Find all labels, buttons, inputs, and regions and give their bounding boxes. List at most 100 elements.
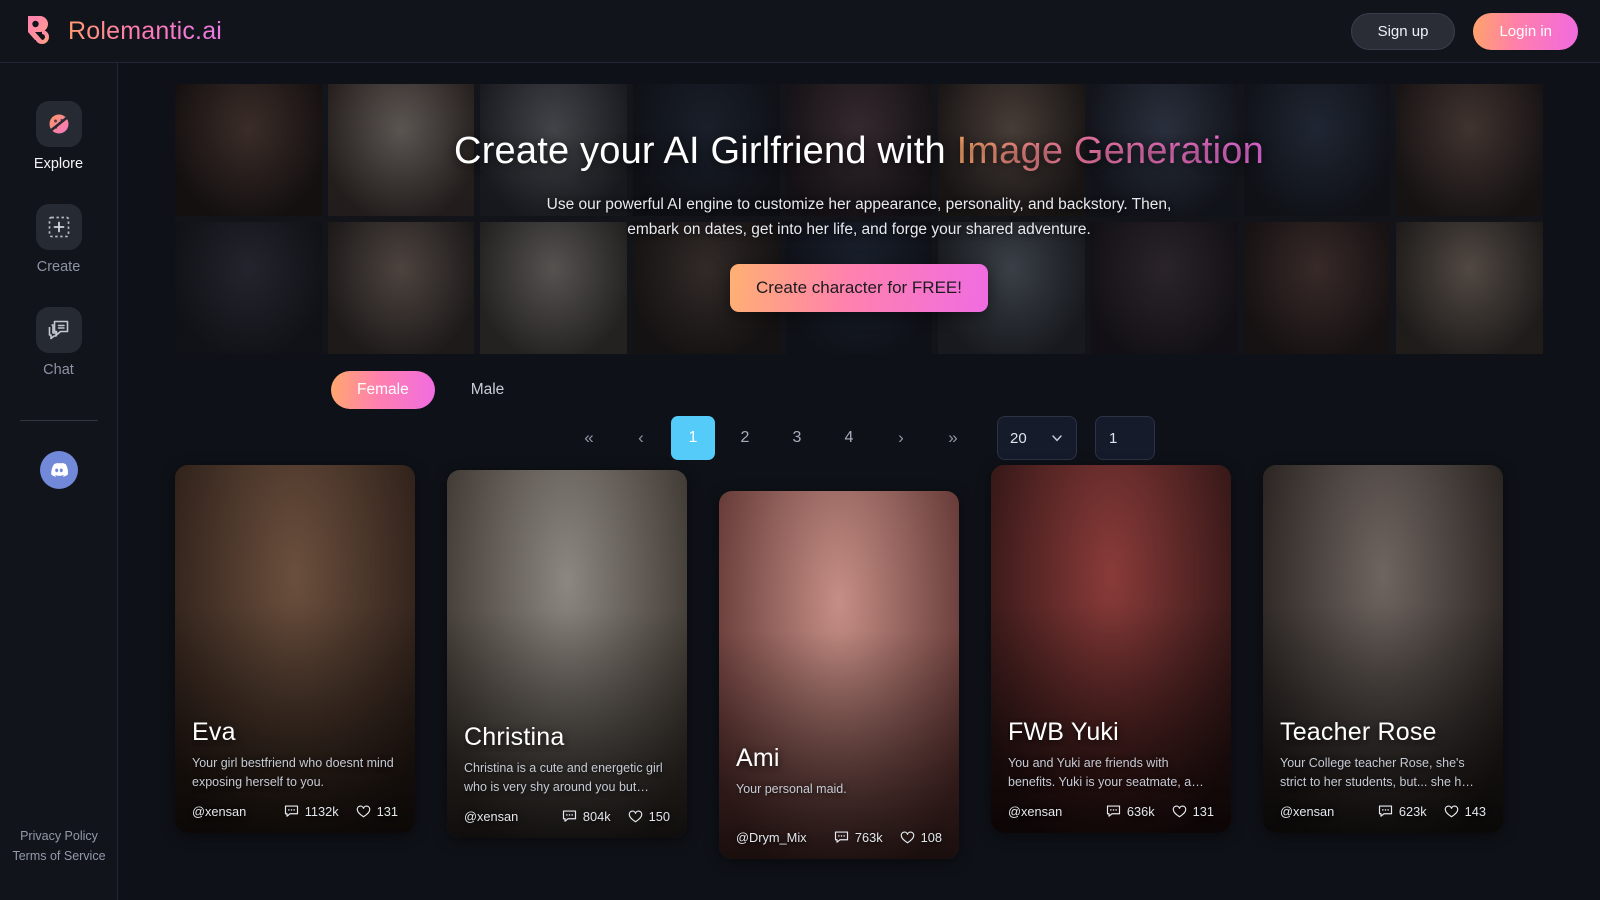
terms-of-service-link[interactable]: Terms of Service xyxy=(0,847,118,866)
chat-bubbles-icon xyxy=(48,320,68,340)
character-name: FWB Yuki xyxy=(1008,718,1119,746)
pagination-first-button[interactable]: « xyxy=(567,416,611,460)
character-card-body: Teacher Rose Your College teacher Rose, s… xyxy=(1263,465,1503,833)
sidebar-item-create[interactable]: Create xyxy=(0,204,117,275)
like-count-value: 108 xyxy=(920,830,942,845)
character-card-body: Eva Your girl bestfriend who doesnt mind … xyxy=(175,465,415,833)
character-stats: 1132k 131 xyxy=(284,804,398,819)
sidebar-item-chat[interactable]: Chat xyxy=(0,307,117,378)
character-card-meta: @xensan 1132k 131 xyxy=(192,804,398,819)
create-character-button[interactable]: Create character for FREE! xyxy=(730,264,988,313)
chat-count-value: 763k xyxy=(854,830,883,845)
character-author[interactable]: @xensan xyxy=(1008,804,1062,819)
tab-male[interactable]: Male xyxy=(445,371,531,409)
heart-icon xyxy=(1444,805,1458,818)
hero-title: Create your AI Girlfriend with Image Gen… xyxy=(454,130,1264,173)
explore-tile xyxy=(35,101,82,147)
character-name: Christina xyxy=(464,723,565,751)
hero-subtitle-line-1: Use our powerful AI engine to customize … xyxy=(546,195,1172,213)
character-author[interactable]: @xensan xyxy=(192,804,246,819)
character-author[interactable]: @Drym_Mix xyxy=(736,830,807,845)
character-name: Eva xyxy=(192,718,236,746)
pagination-last-button[interactable]: » xyxy=(931,416,975,460)
chat-count-value: 804k xyxy=(582,809,611,824)
brand-logo[interactable]: Rolemantic.ai xyxy=(22,14,222,48)
pagination-page-2[interactable]: 2 xyxy=(723,416,767,460)
character-card-body: Christina Christina is a cute and energet… xyxy=(447,470,687,838)
heart-icon xyxy=(1172,805,1186,818)
character-card[interactable]: FWB Yuki You and Yuki are friends with be… xyxy=(991,465,1231,833)
page-size-select[interactable]: 20 xyxy=(997,416,1077,460)
rolemantic-logo-icon xyxy=(28,16,49,44)
heart-icon xyxy=(900,831,914,844)
pagination-prev-button[interactable]: ‹ xyxy=(619,416,663,460)
left-sidebar: Explore Create Chat Privacy Policy Terms… xyxy=(0,63,118,900)
character-stats: 636k 131 xyxy=(1106,804,1214,819)
character-author[interactable]: @xensan xyxy=(1280,804,1334,819)
pagination-page-1[interactable]: 1 xyxy=(671,416,715,460)
privacy-policy-link[interactable]: Privacy Policy xyxy=(0,827,118,846)
pagination-next-button[interactable]: › xyxy=(879,416,923,460)
character-card[interactable]: Teacher Rose Your College teacher Rose, s… xyxy=(1263,465,1503,833)
character-card[interactable]: Eva Your girl bestfriend who doesnt mind … xyxy=(175,465,415,833)
brand-name: Rolemantic.ai xyxy=(68,16,223,45)
header-actions: Sign up Login in xyxy=(1350,12,1578,50)
like-count-stat: 131 xyxy=(1172,804,1214,819)
pagination-page-3[interactable]: 3 xyxy=(775,416,819,460)
character-description: Your girl bestfriend who doesnt mind exp… xyxy=(192,756,394,790)
tab-female[interactable]: Female xyxy=(331,371,435,409)
like-count-stat: 131 xyxy=(356,804,398,819)
chevron-down-icon xyxy=(1052,435,1062,442)
gender-filter-tabs: Female Male xyxy=(331,371,530,409)
character-name: Teacher Rose xyxy=(1280,718,1437,746)
chat-bubble-icon xyxy=(562,810,576,822)
create-tile xyxy=(35,204,82,250)
main-content: Create your AI Girlfriend with Image Gen… xyxy=(118,63,1600,900)
page-jump-input[interactable]: 1 xyxy=(1095,416,1155,460)
character-card-meta: @xensan 804k 150 xyxy=(464,809,670,824)
hero-title-accent: Image Generation xyxy=(956,129,1264,172)
character-name: Ami xyxy=(736,744,780,772)
character-description: Your College teacher Rose, she's strict … xyxy=(1280,756,1474,790)
character-card[interactable]: Christina Christina is a cute and energet… xyxy=(447,470,687,838)
chat-tile xyxy=(35,307,82,353)
chat-count-stat: 623k xyxy=(1378,804,1427,819)
like-count-stat: 108 xyxy=(900,830,942,845)
sidebar-footer: Privacy Policy Terms of Service xyxy=(0,827,118,866)
hero-title-plain: Create your AI Girlfriend with xyxy=(454,129,957,172)
character-card-meta: @xensan 623k 143 xyxy=(1280,804,1486,819)
chat-bubble-icon xyxy=(1106,805,1120,817)
character-card-body: FWB Yuki You and Yuki are friends with be… xyxy=(991,465,1231,833)
character-stats: 763k 108 xyxy=(834,830,942,845)
chat-bubble-icon xyxy=(284,805,298,817)
chat-count-stat: 636k xyxy=(1106,804,1155,819)
sidebar-divider xyxy=(19,420,98,421)
signup-button[interactable]: Sign up xyxy=(1350,12,1456,50)
character-card[interactable]: Ami Your personal maid. @Drym_Mix 763k 108 xyxy=(719,491,959,859)
sidebar-item-label-chat: Chat xyxy=(43,362,74,378)
pagination-page-4[interactable]: 4 xyxy=(827,416,871,460)
chat-count-stat: 804k xyxy=(562,809,611,824)
chat-bubble-icon xyxy=(1378,805,1392,817)
sidebar-item-explore[interactable]: Explore xyxy=(0,101,117,172)
chat-bubble-icon xyxy=(834,831,848,843)
like-count-value: 150 xyxy=(648,809,670,824)
explore-planet-icon xyxy=(47,114,70,134)
like-count-stat: 143 xyxy=(1444,804,1486,819)
character-card-grid: Eva Your girl bestfriend who doesnt mind … xyxy=(175,465,1565,859)
character-stats: 623k 143 xyxy=(1378,804,1486,819)
page-size-value: 20 xyxy=(1010,429,1027,447)
login-button[interactable]: Login in xyxy=(1473,12,1578,50)
character-card-meta: @Drym_Mix 763k 108 xyxy=(736,830,942,845)
heart-icon xyxy=(628,810,642,823)
like-count-stat: 150 xyxy=(628,809,670,824)
sidebar-item-label-create: Create xyxy=(36,259,81,275)
character-author[interactable]: @xensan xyxy=(464,809,518,824)
character-card-meta: @xensan 636k 131 xyxy=(1008,804,1214,819)
chat-count-value: 623k xyxy=(1398,804,1427,819)
heart-icon xyxy=(356,805,370,818)
chat-count-stat: 1132k xyxy=(284,804,339,819)
chat-count-value: 636k xyxy=(1126,804,1155,819)
discord-link-button[interactable] xyxy=(39,451,78,489)
sidebar-item-label-explore: Explore xyxy=(33,156,84,172)
